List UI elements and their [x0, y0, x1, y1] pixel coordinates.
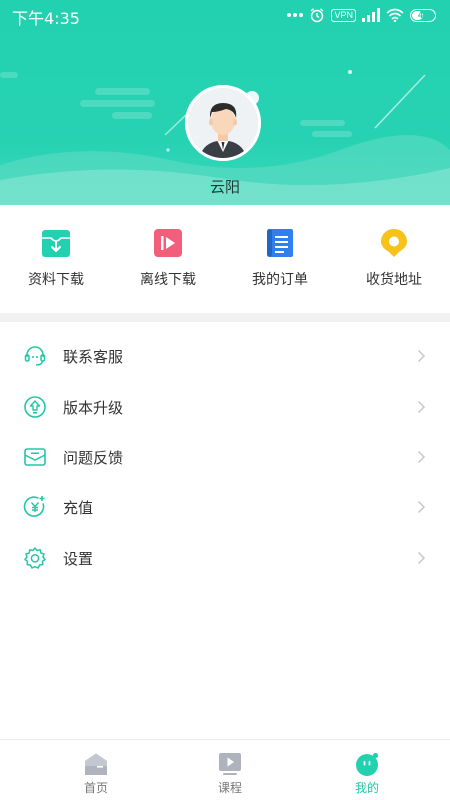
nav-tab-courses[interactable]: 课程	[155, 740, 305, 800]
signal-icon	[362, 8, 380, 22]
nav-tab-label: 课程	[217, 781, 242, 795]
vpn-badge: VPN	[331, 8, 356, 22]
customer-service-icon	[24, 346, 46, 366]
home-icon	[85, 753, 107, 775]
order-scroll-icon	[267, 229, 293, 257]
video-play-icon	[154, 229, 182, 257]
menu-item-version-upgrade[interactable]: 版本升级	[0, 382, 450, 432]
more-dots-icon	[287, 13, 304, 17]
profile-header: 下午4:35 VPN 47 云阳	[0, 0, 450, 205]
nav-tab-home[interactable]: 首页	[21, 740, 171, 800]
quick-action-materials-download[interactable]: 资料下载	[0, 205, 112, 313]
chevron-right-icon	[417, 450, 426, 464]
menu-item-label: 设置	[63, 550, 94, 568]
quick-action-label: 收货地址	[366, 272, 422, 288]
upgrade-icon	[24, 396, 46, 418]
quick-action-label: 我的订单	[252, 272, 308, 288]
feedback-icon	[24, 448, 46, 466]
quick-action-offline-download[interactable]: 离线下载	[112, 205, 224, 313]
quick-actions: 资料下载 离线下载 我的订单 收货地址	[0, 205, 450, 313]
wifi-icon	[386, 8, 404, 22]
status-time: 下午4:35	[12, 9, 80, 28]
settings-gear-icon	[24, 547, 46, 569]
quick-action-my-orders[interactable]: 我的订单	[224, 205, 336, 313]
bottom-navigation: 首页 课程 我的	[0, 739, 450, 800]
download-box-icon	[42, 230, 70, 257]
mine-icon	[356, 752, 379, 776]
username: 云阳	[209, 178, 240, 196]
profile-page: 下午4:35 VPN 47 云阳 资料下载 离线下载 我的订单 收货地址 联系客…	[0, 0, 450, 800]
nav-tab-label: 首页	[83, 781, 108, 795]
location-pin-icon	[381, 229, 407, 257]
section-divider	[0, 313, 450, 322]
status-bar: 下午4:35 VPN 47	[0, 0, 450, 30]
user-avatar[interactable]	[185, 85, 261, 161]
course-icon	[219, 753, 241, 775]
battery-level: 47	[417, 10, 428, 20]
chevron-right-icon	[417, 500, 426, 514]
recharge-icon	[23, 496, 45, 517]
menu-item-label: 联系客服	[63, 348, 124, 366]
status-icons: VPN 47	[287, 7, 436, 23]
menu-item-customer-service[interactable]: 联系客服	[0, 331, 450, 381]
quick-action-label: 资料下载	[28, 272, 84, 288]
menu-item-label: 版本升级	[63, 399, 124, 417]
chevron-right-icon	[417, 551, 426, 565]
battery-icon: 47	[410, 8, 436, 22]
menu-item-settings[interactable]: 设置	[0, 533, 450, 583]
chevron-right-icon	[417, 349, 426, 363]
chevron-right-icon	[417, 400, 426, 414]
alarm-icon	[311, 8, 324, 23]
menu-item-label: 问题反馈	[63, 449, 124, 467]
menu-item-label: 充值	[63, 499, 94, 517]
quick-action-label: 离线下载	[140, 272, 196, 288]
menu-item-recharge[interactable]: 充值	[0, 482, 450, 532]
menu-item-feedback[interactable]: 问题反馈	[0, 432, 450, 482]
quick-action-shipping-address[interactable]: 收货地址	[338, 205, 450, 313]
user-avatar-icon	[188, 88, 258, 158]
nav-tab-mine[interactable]: 我的	[292, 740, 442, 800]
nav-tab-label: 我的	[354, 781, 379, 795]
